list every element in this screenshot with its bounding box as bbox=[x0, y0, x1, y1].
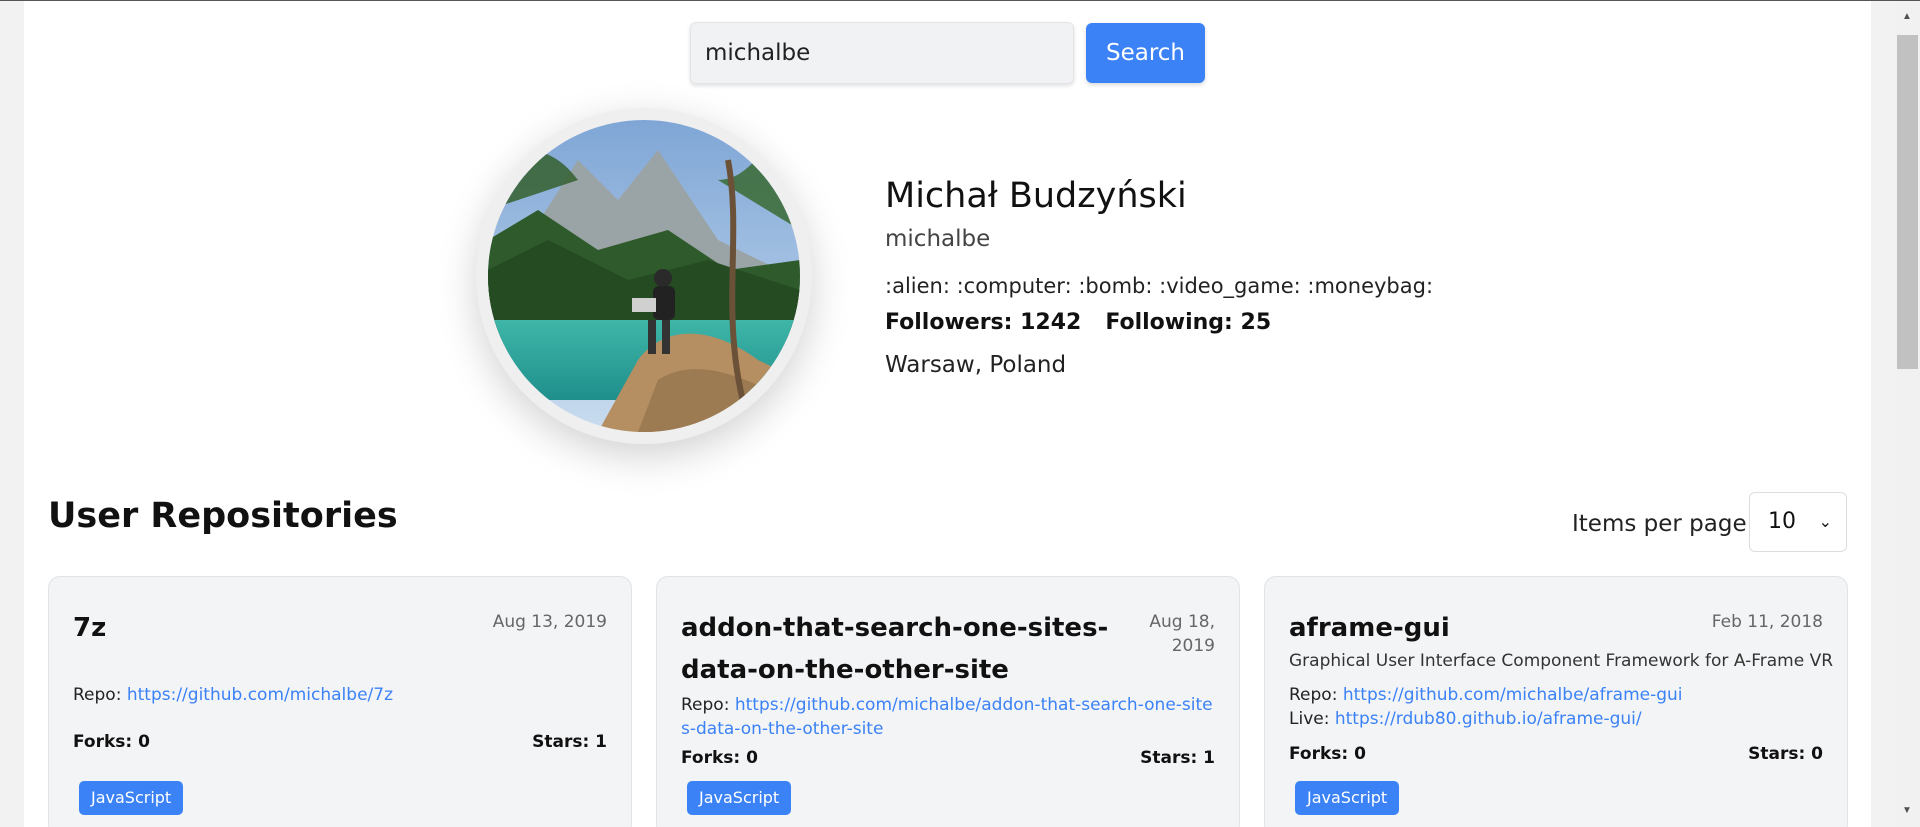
scroll-up-arrow-icon[interactable]: ▲ bbox=[1902, 11, 1912, 22]
repo-card: aframe-gui Feb 11, 2018 Graphical User I… bbox=[1264, 576, 1848, 827]
repo-url-link[interactable]: https://github.com/michalbe/7z bbox=[127, 685, 393, 705]
repo-url-row: Repo: https://github.com/michalbe/7z bbox=[73, 683, 613, 707]
scrollbar-thumb[interactable] bbox=[1897, 35, 1918, 369]
repo-forks: Forks: 0 bbox=[73, 732, 150, 752]
repo-description: Graphical User Interface Component Frame… bbox=[1289, 651, 1834, 671]
scroll-down-arrow-icon[interactable]: ▼ bbox=[1902, 805, 1912, 816]
page-left-gutter bbox=[0, 1, 24, 827]
section-title: User Repositories bbox=[48, 496, 398, 536]
repo-card: 7z Aug 13, 2019 Repo: https://github.com… bbox=[48, 576, 632, 827]
repo-name[interactable]: addon-that-search-one-sites-data-on-the-… bbox=[681, 607, 1121, 691]
vertical-scrollbar[interactable]: ▲ ▼ bbox=[1895, 1, 1920, 827]
repo-date: Feb 11, 2018 bbox=[1711, 612, 1823, 632]
repo-forks: Forks: 0 bbox=[1289, 744, 1366, 764]
profile-location: Warsaw, Poland bbox=[885, 352, 1067, 378]
repo-url-link[interactable]: https://github.com/michalbe/aframe-gui bbox=[1343, 685, 1683, 705]
repo-date: Aug 13, 2019 bbox=[492, 612, 607, 632]
repo-url-link[interactable]: https://github.com/michalbe/addon-that-s… bbox=[681, 695, 1213, 739]
profile-username: michalbe bbox=[885, 226, 991, 252]
profile-stats: Followers: 1242 Following: 25 bbox=[885, 310, 1271, 335]
avatar bbox=[488, 120, 800, 432]
profile-bio: :alien: :computer: :bomb: :video_game: :… bbox=[885, 274, 1434, 298]
avatar-frame bbox=[476, 108, 812, 444]
repo-stars: Stars: 1 bbox=[1140, 748, 1215, 768]
items-per-page-value: 10 bbox=[1768, 509, 1796, 534]
avatar-photo bbox=[488, 120, 800, 432]
followers-count: Followers: 1242 bbox=[885, 310, 1082, 335]
repo-card: addon-that-search-one-sites-data-on-the-… bbox=[656, 576, 1240, 827]
repo-forks: Forks: 0 bbox=[681, 748, 758, 768]
chevron-down-icon: ⌄ bbox=[1818, 512, 1832, 531]
page-right-gutter bbox=[1871, 1, 1895, 827]
repo-name[interactable]: aframe-gui bbox=[1289, 607, 1729, 649]
repo-url-row: Repo: https://github.com/michalbe/addon-… bbox=[681, 693, 1221, 741]
window-top-border bbox=[0, 0, 1920, 1]
search-button[interactable]: Search bbox=[1086, 23, 1205, 83]
language-badge: JavaScript bbox=[687, 781, 792, 815]
following-count: Following: 25 bbox=[1105, 310, 1272, 335]
repo-stars: Stars: 0 bbox=[1748, 744, 1823, 764]
repo-name[interactable]: 7z bbox=[73, 607, 513, 649]
language-badge: JavaScript bbox=[79, 781, 184, 815]
live-url-link[interactable]: https://rdub80.github.io/aframe-gui/ bbox=[1335, 709, 1642, 729]
live-url-label: Live: bbox=[1289, 709, 1330, 729]
items-per-page-label: Items per page: bbox=[1572, 511, 1755, 537]
repo-stars: Stars: 1 bbox=[532, 732, 607, 752]
repo-url-label: Repo: bbox=[681, 695, 730, 715]
live-url-row: Live: https://rdub80.github.io/aframe-gu… bbox=[1289, 707, 1829, 731]
repo-url-label: Repo: bbox=[1289, 685, 1338, 705]
repo-url-row: Repo: https://github.com/michalbe/aframe… bbox=[1289, 683, 1829, 707]
search-input[interactable] bbox=[690, 22, 1074, 84]
profile-name: Michał Budzyński bbox=[885, 176, 1187, 216]
language-badge: JavaScript bbox=[1295, 781, 1400, 815]
items-per-page-select[interactable]: 10 ⌄ bbox=[1749, 492, 1847, 552]
repo-url-label: Repo: bbox=[73, 685, 122, 705]
repo-date: Aug 18, 2019 bbox=[1149, 612, 1215, 656]
